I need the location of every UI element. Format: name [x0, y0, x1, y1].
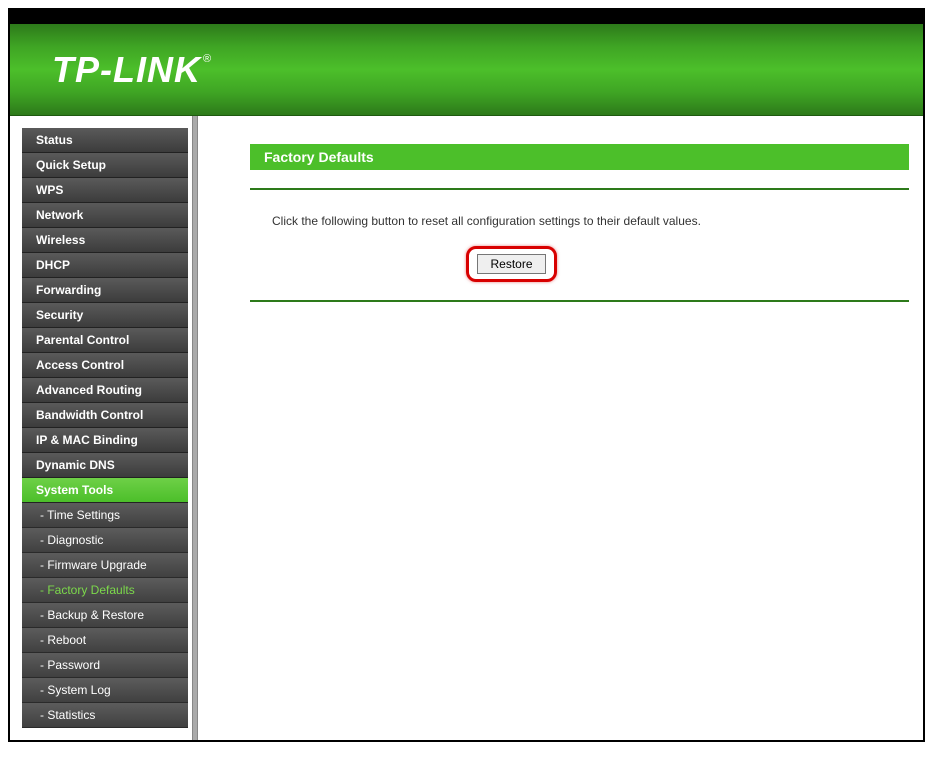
page-title: Factory Defaults	[250, 144, 909, 170]
trademark-symbol: ®	[203, 53, 212, 65]
sidebar-sub-statistics[interactable]: - Statistics	[22, 703, 188, 728]
sidebar-item-dynamic-dns[interactable]: Dynamic DNS	[22, 453, 188, 478]
instruction-text: Click the following button to reset all …	[250, 208, 909, 242]
separator-top	[250, 188, 909, 190]
sidebar-item-wireless[interactable]: Wireless	[22, 228, 188, 253]
sidebar-sub-firmware-upgrade[interactable]: - Firmware Upgrade	[22, 553, 188, 578]
separator-bottom	[250, 300, 909, 302]
sidebar-item-quick-setup[interactable]: Quick Setup	[22, 153, 188, 178]
sidebar-item-dhcp[interactable]: DHCP	[22, 253, 188, 278]
restore-highlight: Restore	[466, 246, 556, 282]
sidebar-item-parental-control[interactable]: Parental Control	[22, 328, 188, 353]
sidebar-item-access-control[interactable]: Access Control	[22, 353, 188, 378]
sidebar-item-status[interactable]: Status	[22, 128, 188, 153]
sidebar-item-ip-mac-binding[interactable]: IP & MAC Binding	[22, 428, 188, 453]
sidebar-item-network[interactable]: Network	[22, 203, 188, 228]
button-row: Restore	[250, 242, 909, 298]
restore-button[interactable]: Restore	[477, 254, 545, 274]
sidebar-sub-factory-defaults[interactable]: - Factory Defaults	[22, 578, 188, 603]
sidebar-item-wps[interactable]: WPS	[22, 178, 188, 203]
sidebar-sub-diagnostic[interactable]: - Diagnostic	[22, 528, 188, 553]
sidebar-item-advanced-routing[interactable]: Advanced Routing	[22, 378, 188, 403]
main-content: Factory Defaults Click the following but…	[198, 116, 923, 740]
sidebar-sub-backup-restore[interactable]: - Backup & Restore	[22, 603, 188, 628]
sidebar-item-system-tools[interactable]: System Tools	[22, 478, 188, 503]
sidebar-item-security[interactable]: Security	[22, 303, 188, 328]
header-banner: TP-LINK ®	[10, 24, 923, 116]
brand-logo: TP-LINK ®	[52, 49, 212, 91]
window-topbar	[10, 10, 923, 24]
sidebar-item-bandwidth-control[interactable]: Bandwidth Control	[22, 403, 188, 428]
brand-text: TP-LINK	[52, 49, 201, 91]
sidebar-item-forwarding[interactable]: Forwarding	[22, 278, 188, 303]
sidebar-sub-password[interactable]: - Password	[22, 653, 188, 678]
sidebar-sub-system-log[interactable]: - System Log	[22, 678, 188, 703]
sidebar-sub-reboot[interactable]: - Reboot	[22, 628, 188, 653]
sidebar-nav: Status Quick Setup WPS Network Wireless …	[22, 128, 188, 728]
sidebar-sub-time-settings[interactable]: - Time Settings	[22, 503, 188, 528]
